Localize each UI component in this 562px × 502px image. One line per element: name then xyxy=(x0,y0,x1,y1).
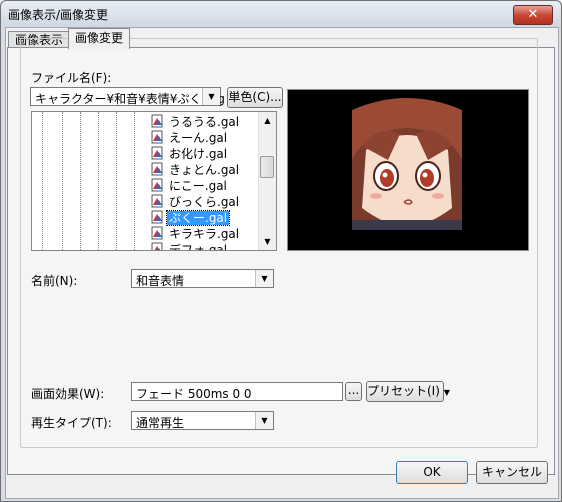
list-item[interactable]: うるうる.gal xyxy=(150,114,241,130)
preset-button[interactable]: プリセット(I) ▼ xyxy=(366,381,450,402)
list-item-label: にこー.gal xyxy=(169,179,227,193)
list-item[interactable]: にこー.gal xyxy=(150,178,229,194)
list-item[interactable]: デフォ.gal xyxy=(150,242,229,251)
close-icon: ✕ xyxy=(527,7,539,22)
effect-label: 画面効果(W): xyxy=(31,387,105,401)
file-list[interactable]: うるうる.gal えーん.gal お化け.gal きょとん.gal にこー.ga… xyxy=(31,111,277,251)
tab-label: 画像変更 xyxy=(75,31,124,45)
tree-line xyxy=(62,112,63,250)
gal-file-icon xyxy=(150,178,164,192)
effect-browse-button[interactable]: ... xyxy=(345,382,362,401)
preset-label: プリセット(I) xyxy=(367,384,440,398)
gal-file-icon xyxy=(150,210,164,224)
gal-file-icon xyxy=(150,226,164,240)
playback-value: 通常再生 xyxy=(136,416,185,430)
list-item-label: デフォ.gal xyxy=(169,243,228,251)
character-face-image xyxy=(352,98,462,230)
gal-file-icon xyxy=(150,114,164,128)
chevron-down-icon[interactable]: ▼ xyxy=(255,270,273,287)
cancel-button[interactable]: キャンセル xyxy=(476,461,548,484)
name-value: 和音表情 xyxy=(136,274,185,288)
gal-file-icon xyxy=(150,194,164,208)
tree-line xyxy=(42,112,43,250)
chevron-down-icon[interactable]: ▼ xyxy=(202,88,220,105)
dropdown-arrow-icon: ▼ xyxy=(443,388,450,397)
playback-select[interactable]: 通常再生 ▼ xyxy=(131,411,274,430)
file-name-label: ファイル名(F): xyxy=(31,71,112,85)
window-title: 画像表示/画像変更 xyxy=(8,8,109,22)
tree-line xyxy=(134,112,135,250)
gal-file-icon xyxy=(150,162,164,176)
scroll-thumb[interactable] xyxy=(260,156,274,178)
ok-label: OK xyxy=(423,465,441,479)
effect-field[interactable]: フェード 500ms 0 0 xyxy=(131,382,343,401)
gal-file-icon xyxy=(150,130,164,144)
file-path-value: キャラクター¥和音¥表情¥ぷくー.g xyxy=(35,92,225,106)
list-item-label: びっくら.gal xyxy=(169,195,240,209)
effect-value: フェード 500ms 0 0 xyxy=(136,387,252,401)
list-item-label: ぷくー.gal xyxy=(165,210,231,226)
name-label: 名前(N): xyxy=(31,274,78,288)
title-bar[interactable]: 画像表示/画像変更 ✕ xyxy=(1,1,561,27)
ellipsis-icon: ... xyxy=(347,383,360,397)
gal-file-icon xyxy=(150,146,164,160)
tree-line xyxy=(98,112,99,250)
tree-line xyxy=(80,112,81,250)
scroll-up-icon[interactable]: ▲ xyxy=(259,112,276,129)
playback-label: 再生タイプ(T): xyxy=(31,416,112,430)
ok-button[interactable]: OK xyxy=(396,461,468,484)
file-path-combo[interactable]: キャラクター¥和音¥表情¥ぷくー.g ▼ xyxy=(30,87,225,106)
list-item[interactable]: きょとん.gal xyxy=(150,162,241,178)
list-item-selected[interactable]: ぷくー.gal xyxy=(150,210,231,226)
gal-file-icon xyxy=(150,242,164,250)
list-item[interactable]: お化け.gal xyxy=(150,146,229,162)
cancel-label: キャンセル xyxy=(481,465,542,479)
dialog-window: 画像表示/画像変更 ✕ 画像表示 画像変更 ファイル名(F): キャラクター¥和… xyxy=(0,0,562,502)
close-button[interactable]: ✕ xyxy=(513,5,553,25)
list-item-label: お化け.gal xyxy=(169,147,228,161)
list-item-label: キラキラ.gal xyxy=(169,227,240,241)
list-item[interactable]: びっくら.gal xyxy=(150,194,241,210)
list-item-label: えーん.gal xyxy=(169,131,228,145)
tree-line xyxy=(116,112,117,250)
chevron-down-icon[interactable]: ▼ xyxy=(255,412,273,429)
mono-color-label: 単色(C)... xyxy=(228,90,282,104)
scroll-down-icon[interactable]: ▼ xyxy=(259,233,276,250)
list-item-label: うるうる.gal xyxy=(169,115,240,129)
list-item[interactable]: えーん.gal xyxy=(150,130,229,146)
mono-color-button[interactable]: 単色(C)... xyxy=(227,87,283,108)
name-select[interactable]: 和音表情 ▼ xyxy=(131,269,274,288)
tab-image-change[interactable]: 画像変更 xyxy=(68,28,131,49)
list-scrollbar[interactable]: ▲ ▼ xyxy=(258,112,276,250)
list-item-label: きょとん.gal xyxy=(169,163,240,177)
list-item[interactable]: キラキラ.gal xyxy=(150,226,241,242)
image-preview xyxy=(287,89,529,251)
